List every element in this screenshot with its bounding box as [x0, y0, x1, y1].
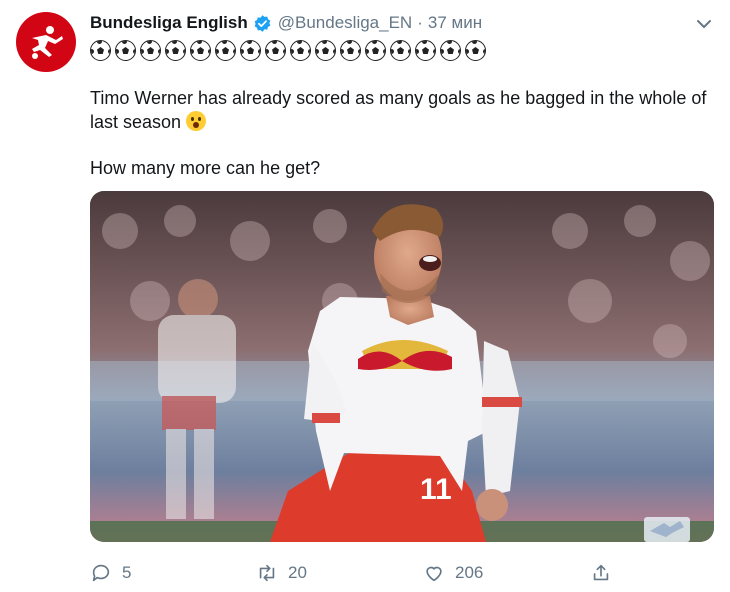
- soccer-ball-icon: [390, 40, 411, 61]
- tweet-header: Bundesliga English @Bundesliga_EN · 37 м…: [90, 12, 482, 34]
- astonished-face-icon: [186, 111, 207, 131]
- soccer-ball-icon: [115, 40, 136, 61]
- like-count: 206: [455, 563, 484, 582]
- soccer-ball-icon: [215, 40, 236, 61]
- reply-button[interactable]: 5: [90, 560, 131, 586]
- avatar[interactable]: [16, 12, 76, 72]
- tweet-text-line-2: last season: [90, 110, 720, 134]
- retweet-button[interactable]: 20: [256, 560, 307, 586]
- share-button[interactable]: [590, 560, 612, 586]
- soccer-ball-icon: [415, 40, 436, 61]
- tweet-photo[interactable]: 11: [90, 191, 714, 542]
- tweet-text-line-1: Timo Werner has already scored as many g…: [90, 88, 707, 108]
- soccer-ball-emoji-row: [90, 40, 486, 61]
- display-name[interactable]: Bundesliga English: [90, 13, 248, 33]
- like-button[interactable]: 206: [423, 560, 483, 586]
- soccer-ball-icon: [315, 40, 336, 61]
- tweet-text: Timo Werner has already scored as many g…: [90, 86, 720, 180]
- timestamp[interactable]: 37 мин: [428, 13, 482, 33]
- soccer-ball-icon: [465, 40, 486, 61]
- tweet-card[interactable]: Bundesliga English @Bundesliga_EN · 37 м…: [0, 0, 730, 592]
- soccer-ball-icon: [365, 40, 386, 61]
- reply-count: 5: [122, 563, 132, 582]
- retweet-icon: [259, 564, 275, 582]
- player-celebration-image: 11: [90, 191, 714, 542]
- reply-icon: [92, 564, 110, 582]
- jersey-number: 11: [420, 473, 452, 506]
- heart-icon: [426, 566, 442, 582]
- handle[interactable]: @Bundesliga_EN: [278, 13, 412, 33]
- bundesliga-logo-icon: [32, 26, 63, 59]
- soccer-ball-icon: [265, 40, 286, 61]
- separator-dot: ·: [417, 13, 423, 32]
- soccer-ball-icon: [165, 40, 186, 61]
- tweet-actions: 5 20 206: [90, 560, 710, 586]
- soccer-ball-icon: [90, 40, 111, 61]
- chevron-down-icon[interactable]: [694, 14, 714, 34]
- tweet-text-line-3: How many more can he get?: [90, 158, 321, 178]
- soccer-ball-icon: [290, 40, 311, 61]
- soccer-ball-icon: [340, 40, 361, 61]
- verified-badge-icon: [254, 14, 271, 32]
- share-icon: [593, 564, 609, 581]
- soccer-ball-icon: [140, 40, 161, 61]
- retweet-count: 20: [288, 563, 307, 582]
- soccer-ball-icon: [240, 40, 261, 61]
- soccer-ball-icon: [440, 40, 461, 61]
- tweet-text-line-2-text: last season: [90, 112, 182, 132]
- soccer-ball-icon: [190, 40, 211, 61]
